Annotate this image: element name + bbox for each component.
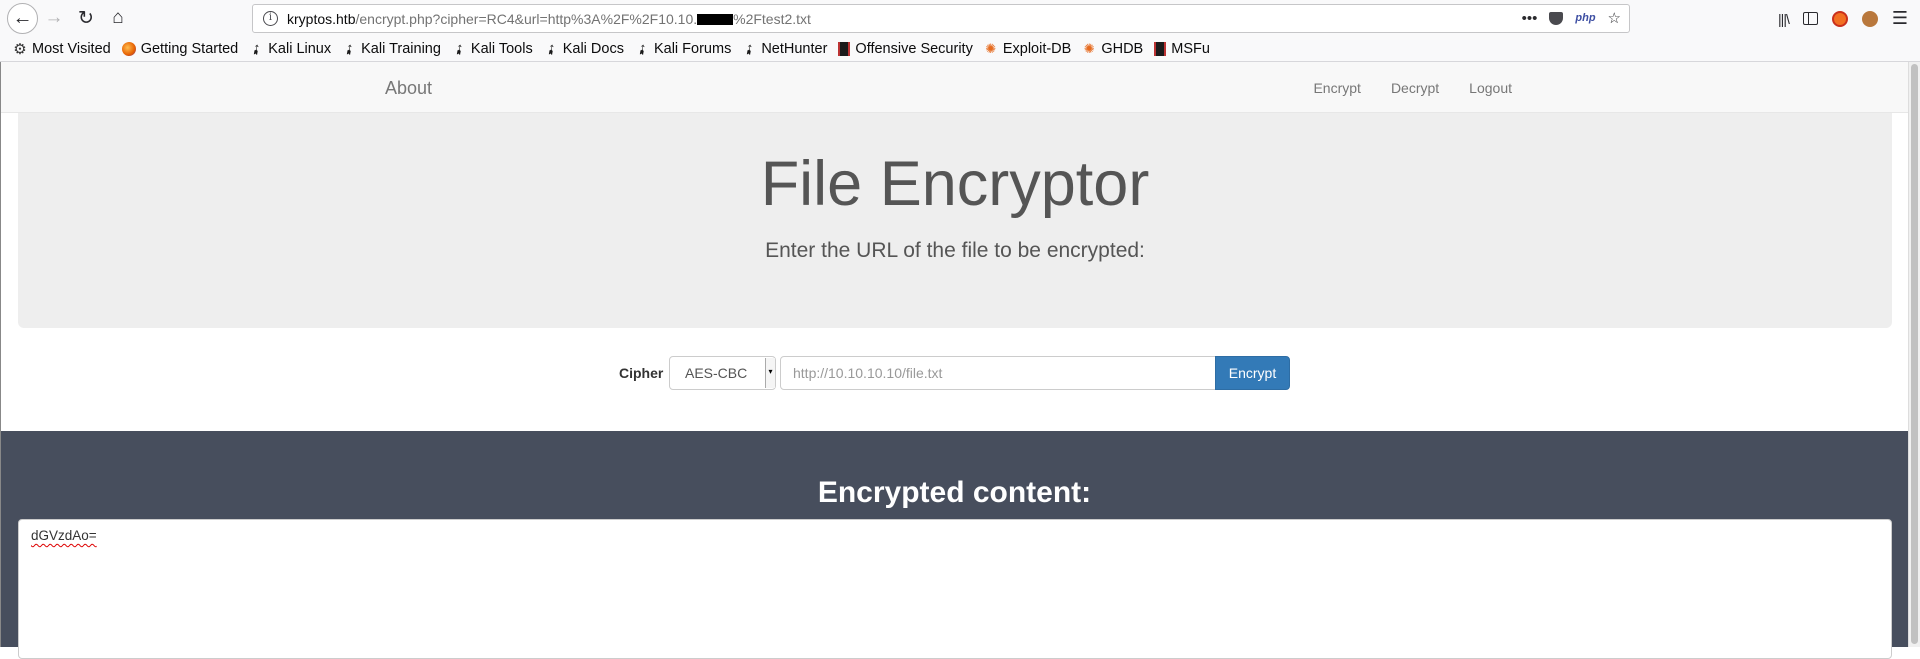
bookmark-getting-started[interactable]: Getting Started: [121, 41, 238, 57]
extension-icon[interactable]: [1831, 10, 1848, 27]
encrypted-content-value: dGVzdAo=: [31, 528, 97, 543]
url-text[interactable]: kryptos.htb/encrypt.php?cipher=RC4&url=h…: [287, 11, 811, 27]
bookmark-exploit-db[interactable]: ✺ Exploit-DB: [984, 40, 1071, 57]
kali-dragon-icon: ➹: [339, 38, 359, 59]
firefox-icon: [121, 41, 136, 56]
cipher-selected-value: AES-CBC: [685, 365, 748, 381]
bookmark-kali-tools[interactable]: ➹ Kali Tools: [449, 38, 532, 59]
hero-jumbotron: File Encryptor Enter the URL of the file…: [18, 113, 1892, 328]
kali-dragon-icon: ➹: [541, 38, 560, 59]
dropdown-arrow-icon[interactable]: ▾: [765, 358, 775, 388]
page-subtitle: Enter the URL of the file to be encrypte…: [765, 239, 1145, 262]
web-page: About Encrypt Decrypt Logout File Encryp…: [0, 62, 1908, 659]
pocket-icon[interactable]: [1549, 11, 1564, 25]
cipher-select[interactable]: AES-CBC ▾: [669, 356, 776, 390]
address-bar[interactable]: i kryptos.htb/encrypt.php?cipher=RC4&url…: [252, 4, 1630, 33]
navbar-brand-about[interactable]: About: [385, 78, 432, 99]
page-title: File Encryptor: [760, 149, 1150, 219]
encrypted-content-heading: Encrypted content:: [817, 476, 1092, 509]
forward-arrow-icon[interactable]: →: [40, 4, 68, 32]
browser-toolbar: ← → ↻ ⌂ i kryptos.htb/encrypt.php?cipher…: [0, 0, 1920, 36]
encrypt-form: Cipher AES-CBC ▾ http://10.10.10.10/file…: [1, 356, 1908, 390]
exploit-db-icon: ✺: [985, 40, 997, 56]
bookmark-star-icon[interactable]: ☆: [1608, 9, 1621, 27]
redacted-ip-block: [697, 14, 734, 25]
offsec-icon: [838, 41, 851, 56]
bookmark-ghdb[interactable]: ✺ GHDB: [1082, 41, 1143, 57]
file-url-input[interactable]: http://10.10.10.10/file.txt: [780, 356, 1216, 390]
nav-link-decrypt[interactable]: Decrypt: [1376, 62, 1454, 114]
page-scrollbar[interactable]: [1908, 62, 1920, 647]
bookmark-kali-training[interactable]: ➹ Kali Training: [339, 38, 440, 59]
nav-link-logout[interactable]: Logout: [1454, 62, 1527, 114]
cipher-label: Cipher: [619, 365, 664, 381]
back-arrow-icon[interactable]: ←: [7, 3, 38, 34]
bookmark-kali-forums[interactable]: ➹ Kali Forums: [632, 38, 731, 59]
bookmark-offensive-security[interactable]: Offensive Security: [838, 41, 973, 57]
kali-dragon-icon: ➹: [449, 38, 469, 59]
site-info-icon[interactable]: i: [263, 11, 278, 26]
site-navbar: About Encrypt Decrypt Logout: [1, 62, 1908, 113]
page-actions-icon[interactable]: •••: [1522, 10, 1538, 27]
kali-dragon-icon: ➹: [632, 38, 652, 59]
library-icon[interactable]: |||\: [1778, 11, 1790, 27]
cookie-extension-icon[interactable]: [1861, 10, 1878, 27]
bookmark-most-visited[interactable]: ⚙ Most Visited: [13, 40, 110, 58]
hamburger-menu-icon[interactable]: ☰: [1892, 8, 1908, 29]
sidebar-icon[interactable]: [1802, 12, 1818, 25]
encrypted-content-textarea[interactable]: dGVzdAo=: [18, 519, 1892, 659]
home-icon[interactable]: ⌂: [104, 4, 132, 32]
bookmark-nethunter[interactable]: ➹ NetHunter: [739, 38, 828, 59]
bookmark-msfu[interactable]: MSFu: [1154, 41, 1210, 57]
bookmarks-toolbar: ⚙ Most Visited Getting Started ➹ Kali Linu…: [0, 36, 1920, 62]
bookmark-kali-linux[interactable]: ➹ Kali Linux: [246, 38, 332, 59]
reload-icon[interactable]: ↻: [72, 4, 100, 32]
exploit-db-icon: ✺: [1083, 40, 1095, 56]
kali-dragon-icon: ➹: [246, 38, 266, 59]
bookmark-kali-docs[interactable]: ➹ Kali Docs: [541, 38, 624, 59]
offsec-icon: [1154, 41, 1167, 56]
php-extension-icon[interactable]: php: [1575, 12, 1595, 24]
result-section: Encrypted content: dGVzdAo=: [1, 431, 1908, 659]
encrypt-button[interactable]: Encrypt: [1215, 356, 1290, 390]
nav-link-encrypt[interactable]: Encrypt: [1298, 62, 1375, 114]
gear-icon: ⚙: [13, 40, 27, 58]
kali-dragon-icon: ➹: [739, 38, 759, 59]
scrollbar-thumb[interactable]: [1911, 64, 1918, 644]
